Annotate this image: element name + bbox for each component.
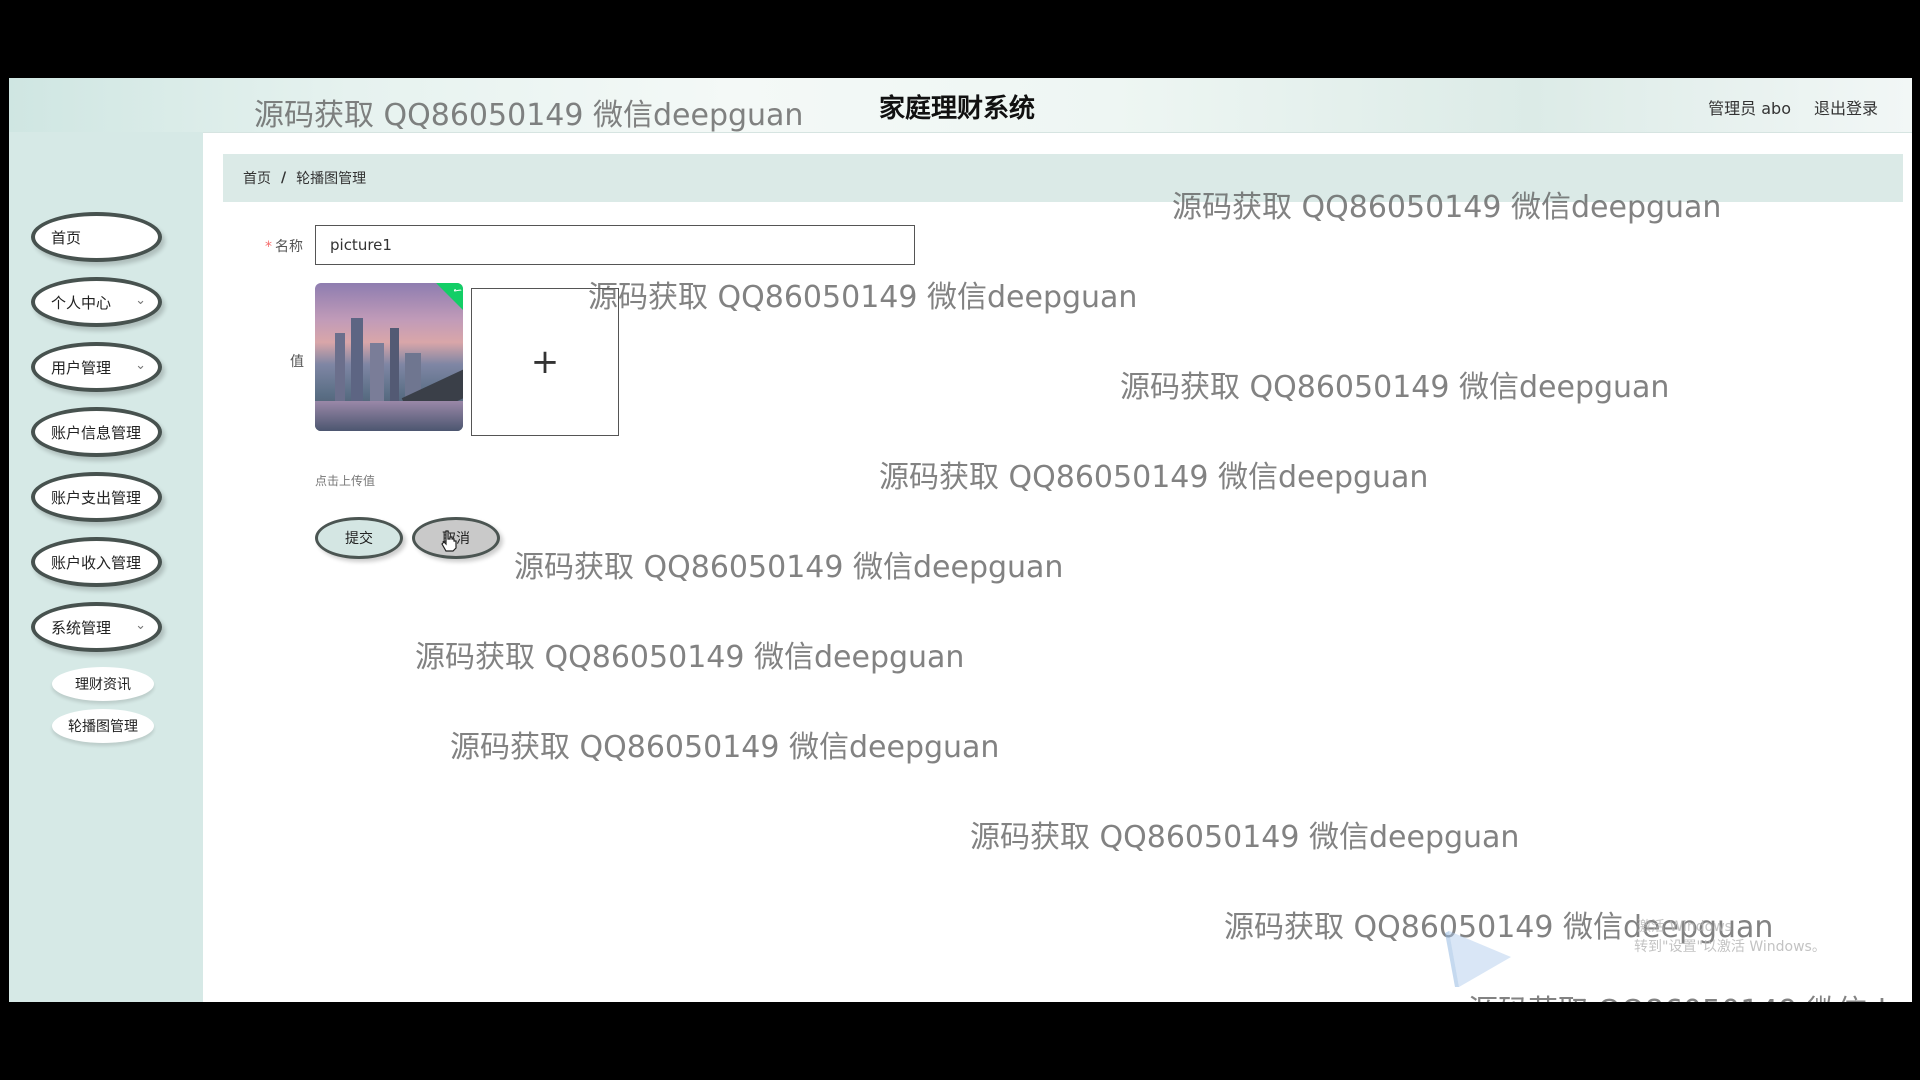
sidebar-item-account-expense[interactable]: 账户支出管理 — [31, 472, 162, 522]
logout-link[interactable]: 退出登录 — [1814, 95, 1878, 119]
sidebar-item-label: 首页 — [51, 228, 82, 247]
hand-cursor-icon — [441, 530, 457, 552]
top-header: 家庭理财系统 管理员 abo 退出登录 — [9, 78, 1912, 133]
image-upload-box[interactable]: + — [471, 288, 619, 436]
player-logo-icon — [1445, 931, 1511, 987]
sidebar-item-label: 账户信息管理 — [51, 423, 142, 442]
upload-hint: 点击上传值 — [315, 474, 376, 488]
watermark-text: 源码获取 QQ86050149 微信deepguan — [1468, 986, 1912, 1002]
breadcrumb: 首页 / 轮播图管理 — [223, 154, 1903, 202]
sidebar: 首页 个人中心 ⌄ 用户管理 ⌄ 账户信息管理 账户支出管理 账户收入管理 系统… — [9, 132, 203, 1002]
app-window: 家庭理财系统 管理员 abo 退出登录 首页 个人中心 ⌄ 用户管理 ⌄ 账户信… — [9, 78, 1912, 1002]
system-title: 家庭理财系统 — [879, 94, 1036, 124]
sidebar-item-label: 账户支出管理 — [51, 488, 142, 507]
chevron-down-icon: ⌄ — [135, 293, 146, 308]
sidebar-item-account-info[interactable]: 账户信息管理 — [31, 407, 162, 457]
sidebar-item-system-management[interactable]: 系统管理 ⌄ — [31, 602, 162, 652]
watermark-text: 源码获取 QQ86050149 微信deepguan — [514, 550, 1064, 585]
watermark-text: 源码获取 QQ86050149 微信deepguan — [1120, 370, 1670, 405]
current-user: 管理员 abo — [1708, 99, 1791, 118]
sidebar-item-home[interactable]: 首页 — [31, 212, 162, 262]
sidebar-item-label: 用户管理 — [51, 358, 112, 377]
name-label: 名称 — [275, 239, 303, 255]
activation-notice-body: 转到"设置"以激活 Windows。 — [1634, 939, 1826, 955]
sidebar-item-label: 个人中心 — [51, 293, 112, 312]
watermark-text: 源码获取 QQ86050149 微信deepguan — [588, 280, 1138, 315]
chevron-down-icon: ⌄ — [135, 618, 146, 633]
sidebar-item-personal-center[interactable]: 个人中心 ⌄ — [31, 277, 162, 327]
breadcrumb-separator: / — [281, 170, 287, 186]
watermark-text: 源码获取 QQ86050149 微信deepguan — [450, 730, 1000, 765]
chevron-down-icon: ⌄ — [135, 358, 146, 373]
sidebar-item-account-income[interactable]: 账户收入管理 — [31, 537, 162, 587]
sidebar-subitem-carousel-management[interactable]: 轮播图管理 — [52, 709, 154, 743]
sidebar-item-label: 系统管理 — [51, 618, 112, 637]
required-mark: * — [265, 239, 272, 255]
sidebar-item-user-management[interactable]: 用户管理 ⌄ — [31, 342, 162, 392]
breadcrumb-current: 轮播图管理 — [296, 171, 367, 187]
plus-icon: + — [530, 342, 560, 382]
upload-success-check-icon: ✓ — [436, 283, 463, 312]
submit-button[interactable]: 提交 — [315, 517, 403, 559]
value-label: 值 — [290, 354, 304, 370]
sidebar-item-label: 账户收入管理 — [51, 553, 142, 572]
breadcrumb-home[interactable]: 首页 — [243, 168, 271, 188]
sidebar-subitem-finance-news[interactable]: 理财资讯 — [52, 667, 154, 701]
name-input[interactable] — [315, 225, 915, 265]
watermark-text: 源码获取 QQ86050149 微信deepguan — [970, 820, 1520, 855]
watermark-text: 源码获取 QQ86050149 微信deepguan — [879, 460, 1429, 495]
uploaded-image-thumbnail[interactable]: ✓ — [315, 283, 463, 431]
name-label-wrap: * 名称 — [265, 236, 303, 256]
watermark-text: 源码获取 QQ86050149 微信deepguan — [415, 640, 965, 675]
activation-notice-title: 激活 Windows — [1637, 919, 1732, 935]
